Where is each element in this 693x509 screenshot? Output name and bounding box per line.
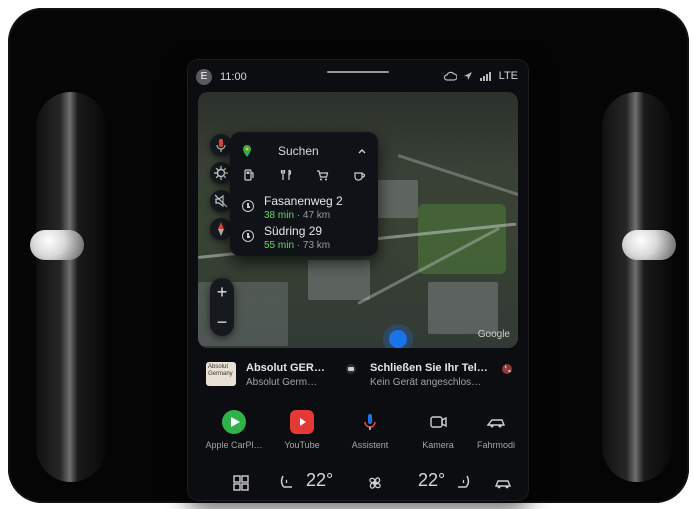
right-vent-knob [622, 230, 676, 260]
fan-icon[interactable] [364, 472, 386, 494]
home-grid-icon[interactable] [230, 472, 252, 494]
app-carplay[interactable]: Apple CarPl… [202, 406, 266, 464]
coffee-icon[interactable] [352, 168, 366, 182]
destination-duration: 38 min [264, 210, 295, 221]
climate-bar: 22° 22° [188, 466, 528, 500]
media-tile-phone[interactable]: Schließen Sie Ihr Tel… Kein Gerät angesc… [362, 352, 518, 398]
left-temperature[interactable]: 22° [306, 470, 333, 492]
cloud-icon [443, 71, 457, 81]
media-title: Absolut GER… [246, 362, 325, 374]
compass-button[interactable] [210, 218, 232, 240]
app-camera[interactable]: Kamera [406, 406, 470, 464]
search-categories [242, 166, 366, 184]
right-air-vent [602, 92, 672, 482]
phone-title: Schließen Sie Ihr Tel… [370, 362, 488, 374]
destination-name: Fasanenweg 2 [264, 194, 343, 208]
status-bar: E 11:00 LTE [188, 60, 528, 88]
microphone-icon [364, 414, 376, 430]
compass-icon [218, 222, 224, 236]
media-subtitle: Absolut Germ… [246, 377, 318, 388]
app-label: Fahrmodi [476, 440, 515, 450]
mute-button[interactable] [210, 190, 232, 212]
seat-heat-left-icon[interactable] [276, 472, 298, 494]
app-drive-modes[interactable]: Fahrmodi [464, 406, 528, 464]
car-icon[interactable] [492, 472, 514, 494]
app-assistant[interactable]: Assistent [338, 406, 402, 464]
infotainment-screen: E 11:00 LTE Suchen Fasanenweg 2 38 min ·… [188, 60, 528, 500]
muted-speaker-icon [214, 194, 228, 208]
zoom-controls: + − [210, 278, 234, 336]
recent-destination[interactable]: Südring 29 55 min · 73 km [242, 224, 368, 260]
camera-icon [430, 416, 447, 428]
restaurant-icon[interactable] [279, 168, 293, 182]
app-row: Apple CarPl… YouTube Assistent Kamera Fa… [188, 406, 528, 464]
current-location-marker[interactable] [389, 330, 407, 348]
media-strip: Absolut Germany Absolut GER… Absolut Ger… [198, 352, 518, 398]
search-label: Suchen [278, 144, 319, 158]
media-thumbnail: Absolut Germany [206, 362, 236, 386]
car-dashboard: E 11:00 LTE Suchen Fasanenweg 2 38 min ·… [0, 0, 693, 509]
status-icons: LTE [443, 70, 518, 82]
zoom-out-button[interactable]: − [210, 308, 234, 336]
destination-name: Südring 29 [264, 224, 323, 238]
destination-distance: 47 km [302, 210, 331, 221]
car-mode-icon [486, 419, 506, 428]
signal-icon [479, 72, 491, 81]
phone-icon [502, 364, 512, 374]
history-clock-icon [242, 200, 254, 212]
shopping-cart-icon[interactable] [315, 168, 329, 182]
mic-icon [216, 139, 226, 152]
user-avatar[interactable]: E [196, 69, 212, 85]
settings-button[interactable] [210, 162, 232, 184]
map-view[interactable]: Suchen Fasanenweg 2 38 min · 47 km Südri… [198, 92, 518, 348]
map-attribution: Google [477, 329, 510, 340]
notification-handle[interactable] [327, 71, 389, 73]
seat-heat-right-icon[interactable] [452, 472, 474, 494]
right-temperature[interactable]: 22° [418, 470, 445, 492]
location-arrow-icon [463, 72, 472, 80]
history-clock-icon [242, 230, 254, 242]
radio-icon [346, 364, 356, 374]
app-label: Apple CarPl… [205, 440, 263, 450]
phone-subtitle: Kein Gerät angeschlos… [370, 377, 482, 388]
voice-search-button[interactable] [210, 134, 232, 156]
left-vent-knob [30, 230, 84, 260]
clock-time: 11:00 [220, 71, 247, 83]
destination-meta: 55 min · 73 km [264, 240, 330, 251]
destination-meta: 38 min · 47 km [264, 210, 330, 221]
search-header[interactable]: Suchen [240, 142, 368, 160]
media-tile-radio[interactable]: Absolut Germany Absolut GER… Absolut Ger… [198, 352, 358, 398]
destination-duration: 55 min [264, 240, 295, 251]
map-building-block [428, 282, 498, 334]
search-panel: Suchen Fasanenweg 2 38 min · 47 km Südri… [230, 132, 378, 256]
carplay-icon [222, 410, 246, 434]
destination-distance: 73 km [302, 240, 331, 251]
zoom-in-button[interactable]: + [210, 278, 234, 306]
app-label: Kamera [422, 440, 454, 450]
gas-station-icon[interactable] [242, 168, 256, 182]
network-type: LTE [498, 70, 518, 82]
left-air-vent [36, 92, 106, 482]
app-label: YouTube [284, 440, 320, 450]
chevron-up-icon[interactable] [356, 145, 368, 157]
maps-pin-icon [243, 145, 251, 157]
map-building-block [308, 260, 370, 300]
app-youtube[interactable]: YouTube [270, 406, 334, 464]
gear-icon [214, 166, 228, 180]
youtube-icon [290, 410, 314, 434]
app-label: Assistent [351, 440, 389, 450]
